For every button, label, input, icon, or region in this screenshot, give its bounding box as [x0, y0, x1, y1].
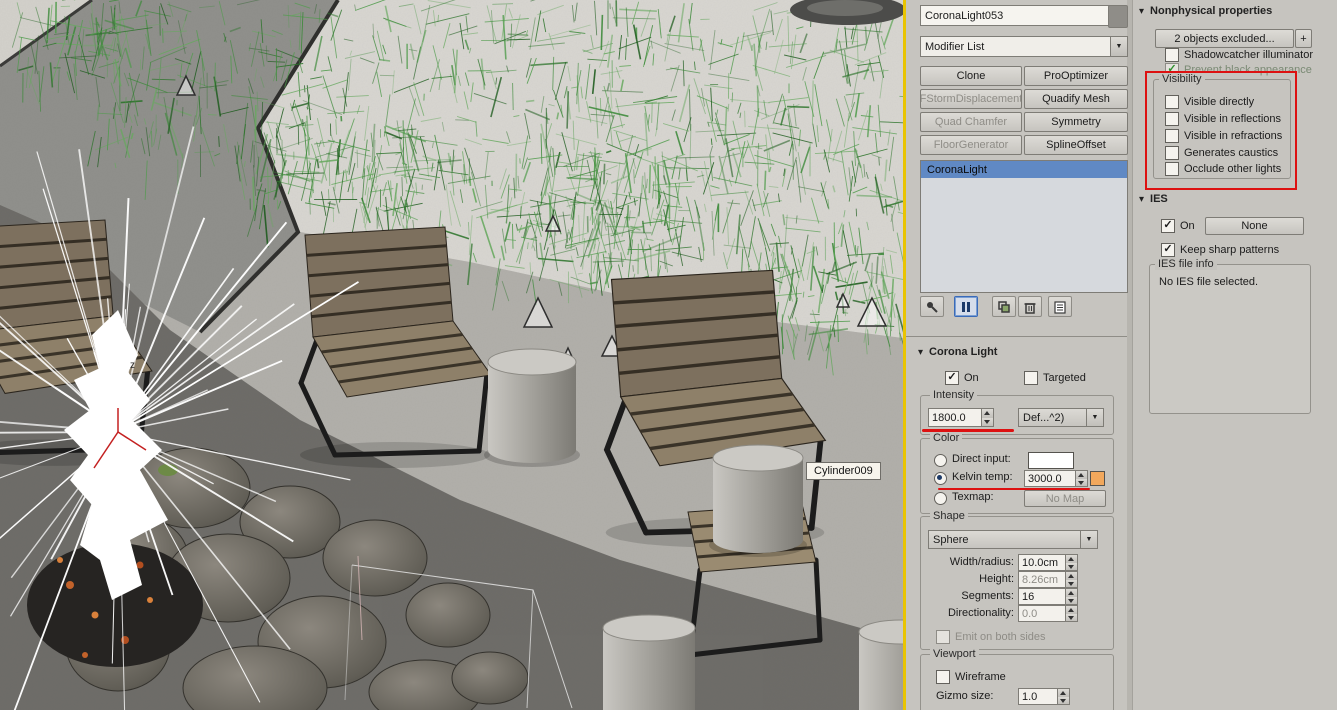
spinner-arrows[interactable]	[1065, 572, 1077, 587]
modifier-list-dropdown[interactable]: Modifier List ▼	[920, 36, 1128, 57]
checkbox-shadowcatcher-illuminator[interactable]: ✓ Shadowcatcher illuminator	[1165, 48, 1313, 62]
divider	[906, 336, 1127, 337]
command-panel: CoronaLight053 Modifier List ▼ Clone Pro…	[906, 0, 1132, 710]
viewport-group-label: Viewport	[930, 648, 979, 660]
direct-input-color-swatch[interactable]	[1028, 452, 1074, 469]
intensity-spinner[interactable]: 1800.0	[928, 408, 994, 427]
rollout-nonphysical-properties[interactable]: ▾ Nonphysical properties	[1139, 5, 1272, 17]
object-color-swatch[interactable]	[1108, 5, 1128, 28]
shape-group-label: Shape	[930, 510, 968, 522]
dropdown-arrow-icon[interactable]: ▼	[1080, 531, 1097, 548]
intensity-group-label: Intensity	[930, 389, 977, 401]
rollout-corona-light[interactable]: ▾ Corona Light	[918, 346, 997, 358]
color-group-label: Color	[930, 432, 963, 444]
object-name-field[interactable]: CoronaLight053	[920, 5, 1116, 26]
checkbox-emit-both-sides[interactable]: ✓ Emit on both sides	[936, 630, 1046, 644]
spinner-arrows[interactable]	[1065, 606, 1077, 621]
dropdown-arrow-icon[interactable]: ▼	[1110, 37, 1127, 56]
rollout-open-icon: ▾	[1139, 193, 1145, 205]
radio-texmap[interactable]	[934, 492, 947, 505]
exclude-objects-button[interactable]: 2 objects excluded...	[1155, 29, 1294, 48]
shape-type-dropdown[interactable]: Sphere ▼	[928, 530, 1098, 549]
configure-modifier-sets-button[interactable]	[1048, 296, 1072, 317]
viewport-tooltip: Cylinder009	[806, 462, 881, 480]
checkbox-wireframe[interactable]: ✓ Wireframe	[936, 670, 1006, 684]
radio-kelvin-temp[interactable]	[934, 472, 947, 485]
segments-label: Segments:	[961, 590, 1014, 602]
texmap-button[interactable]: No Map	[1024, 490, 1106, 507]
ies-none-button[interactable]: None	[1205, 217, 1304, 235]
spinner-arrows[interactable]	[981, 409, 993, 426]
show-end-result-button[interactable]	[954, 296, 978, 317]
spinner-arrows[interactable]	[1057, 689, 1069, 704]
directionality-label: Directionality:	[947, 607, 1014, 619]
modifier-button-splineoffset[interactable]: SplineOffset	[1024, 135, 1128, 155]
checkbox-generates-caustics[interactable]: ✓ Generates caustics	[1165, 146, 1278, 160]
modifier-button-quadify-mesh[interactable]: Quadify Mesh	[1024, 89, 1128, 109]
radio-direct-input[interactable]	[934, 454, 947, 467]
kelvin-temp-label: Kelvin temp:	[952, 471, 1013, 483]
modifier-button-quad-chamfer[interactable]: Quad Chamfer	[920, 112, 1022, 132]
axis-z-label: z	[130, 360, 135, 371]
rollout-ies[interactable]: ▾ IES	[1139, 193, 1168, 205]
spinner-arrows[interactable]	[1075, 471, 1087, 486]
width-radius-label: Width/radius:	[949, 556, 1014, 568]
texmap-label: Texmap:	[952, 491, 994, 503]
checkbox-ies-on[interactable]: ✓ On	[1161, 219, 1195, 233]
modifier-stack-item-coronalight[interactable]: CoronaLight	[921, 161, 1127, 178]
checkbox-visible-in-reflections[interactable]: ✓ Visible in reflections	[1165, 112, 1281, 126]
exclude-add-button[interactable]: +	[1295, 29, 1312, 48]
visibility-group-label: Visibility	[1159, 73, 1205, 85]
direct-input-label: Direct input:	[952, 453, 1011, 465]
spinner-arrows[interactable]	[1065, 555, 1077, 570]
dropdown-arrow-icon[interactable]: ▼	[1086, 409, 1103, 426]
modifier-button-floorgenerator[interactable]: FloorGenerator	[920, 135, 1022, 155]
modifier-button-symmetry[interactable]: Symmetry	[1024, 112, 1128, 132]
checkbox-visible-in-refractions[interactable]: ✓ Visible in refractions	[1165, 129, 1282, 143]
checkbox-visible-directly[interactable]: ✓ Visible directly	[1165, 95, 1254, 109]
make-unique-button[interactable]	[992, 296, 1016, 317]
ies-file-info-text: No IES file selected.	[1159, 276, 1259, 288]
kelvin-temp-spinner[interactable]: 3000.0	[1024, 470, 1088, 487]
intensity-units-dropdown[interactable]: Def...^2) ▼	[1018, 408, 1104, 427]
checkbox-targeted[interactable]: ✓ Targeted	[1024, 371, 1086, 385]
width-radius-spinner[interactable]: 10.0cm	[1018, 554, 1078, 571]
modifier-button-clone[interactable]: Clone	[920, 66, 1022, 86]
segments-spinner[interactable]: 16	[1018, 588, 1078, 605]
checkbox-keep-sharp-patterns[interactable]: ✓ Keep sharp patterns	[1161, 243, 1279, 257]
3dsmax-window: z Cylinder009 CoronaLight053 Modifier Li…	[0, 0, 1337, 710]
pin-icon	[927, 301, 938, 313]
gizmo-size-label: Gizmo size:	[936, 690, 994, 702]
viewport-3d[interactable]: z Cylinder009	[0, 0, 903, 710]
spinner-arrows[interactable]	[1065, 589, 1077, 604]
checkbox-light-on[interactable]: ✓ On	[945, 371, 979, 385]
make-unique-icon	[998, 300, 1010, 313]
checkbox-occlude-other-lights[interactable]: ✓ Occlude other lights	[1165, 162, 1281, 176]
gizmo-size-spinner[interactable]: 1.0	[1018, 688, 1070, 705]
show-end-result-icon	[962, 301, 970, 312]
modifier-button-prooptimizer[interactable]: ProOptimizer	[1024, 66, 1128, 86]
ies-file-info-label: IES file info	[1155, 258, 1217, 270]
modifier-stack-list[interactable]: CoronaLight	[920, 160, 1128, 293]
viewport-scene: z	[0, 0, 903, 710]
height-spinner[interactable]: 8.26cm	[1018, 571, 1078, 588]
pin-stack-button[interactable]	[920, 296, 944, 317]
properties-panel: ▾ Nonphysical properties 2 objects exclu…	[1132, 0, 1337, 710]
trash-icon	[1024, 302, 1036, 314]
directionality-spinner[interactable]: 0.0	[1018, 605, 1078, 622]
height-label: Height:	[979, 573, 1014, 585]
kelvin-color-swatch[interactable]	[1090, 471, 1105, 486]
list-config-icon	[1054, 300, 1066, 314]
rollout-open-icon: ▾	[918, 346, 924, 358]
rollout-open-icon: ▾	[1139, 5, 1145, 17]
remove-modifier-button[interactable]	[1018, 296, 1042, 317]
modifier-button-fstormdisplacement[interactable]: FStormDisplacement	[920, 89, 1022, 109]
